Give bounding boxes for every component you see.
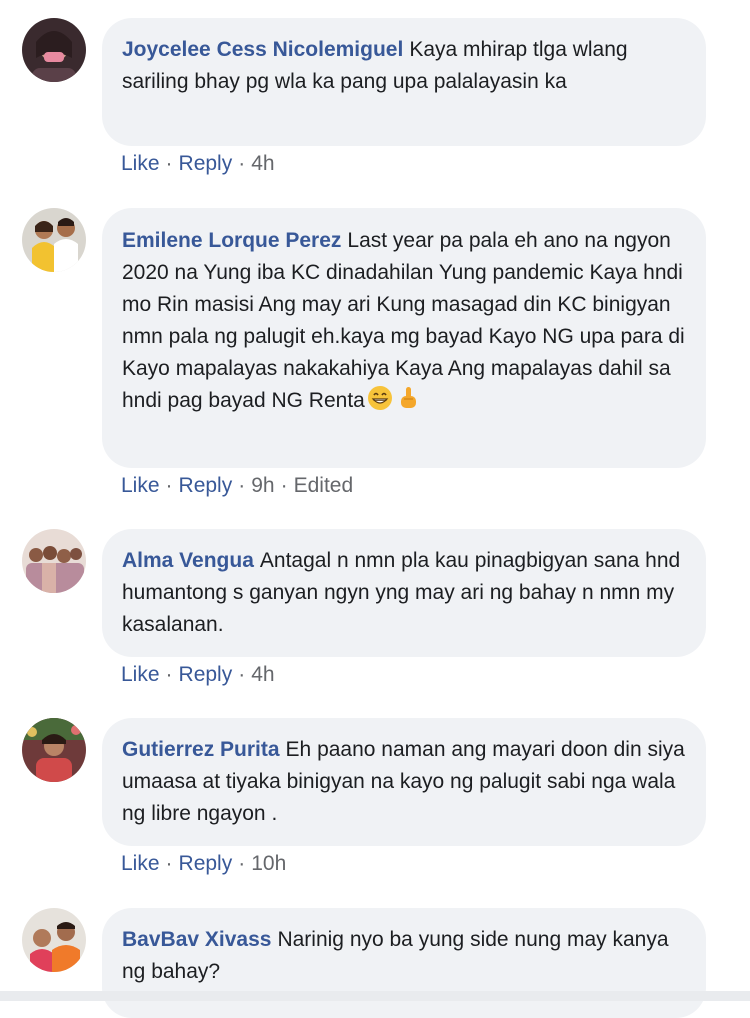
comment-actions: Like · Reply · 9h · Edited [121,474,353,498]
comment-bubble: BavBav Xivass Narinig nyo ba yung side nu… [102,908,706,1018]
comment-timestamp[interactable]: 4h [251,152,274,175]
reply-button[interactable]: Reply [179,663,233,686]
comment-bubble: Gutierrez Purita Eh paano naman ang mayar… [102,718,706,846]
avatar[interactable] [22,718,86,782]
separator: · [238,663,246,686]
comment-bubble: Joycelee Cess Nicolemiguel Kaya mhirap tl… [102,18,706,146]
separator: · [165,852,173,875]
avatar[interactable] [22,529,86,593]
avatar-image [22,18,86,82]
avatar-image [22,908,86,972]
separator: · [165,663,173,686]
separator: · [280,474,288,497]
separator: · [238,474,246,497]
comment-author[interactable]: Alma Vengua [122,549,254,572]
avatar[interactable] [22,18,86,82]
bottom-scroll-edge [0,991,750,1001]
pointing-finger-emoji [400,387,416,408]
comment-author[interactable]: Emilene Lorque Perez [122,229,341,252]
edited-label[interactable]: Edited [294,474,354,497]
comment-timestamp[interactable]: 10h [251,852,286,875]
comment-actions: Like · Reply · 4h [121,152,275,176]
grinning-face-emoji [367,386,392,410]
comment-author[interactable]: Joycelee Cess Nicolemiguel [122,38,403,61]
separator: · [238,152,246,175]
comment-author[interactable]: BavBav Xivass [122,928,271,951]
avatar-image [22,208,86,272]
avatar-image [22,718,86,782]
avatar[interactable] [22,208,86,272]
separator: · [165,474,173,497]
like-button[interactable]: Like [121,152,160,175]
comment-actions: Like · Reply · 4h [121,663,275,687]
comment-timestamp[interactable]: 4h [251,663,274,686]
like-button[interactable]: Like [121,474,160,497]
reply-button[interactable]: Reply [179,852,233,875]
comment-actions: Like · Reply · 10h [121,852,286,876]
like-button[interactable]: Like [121,852,160,875]
comment-bubble: Alma Vengua Antagal n nmn pla kau pinagbi… [102,529,706,657]
reply-button[interactable]: Reply [179,474,233,497]
avatar-image [22,529,86,593]
comment-bubble: Emilene Lorque Perez Last year pa pala eh… [102,208,706,468]
like-button[interactable]: Like [121,663,160,686]
comment-timestamp[interactable]: 9h [251,474,274,497]
comment-author[interactable]: Gutierrez Purita [122,738,280,761]
separator: · [165,152,173,175]
avatar[interactable] [22,908,86,972]
separator: · [238,852,246,875]
reply-button[interactable]: Reply [179,152,233,175]
